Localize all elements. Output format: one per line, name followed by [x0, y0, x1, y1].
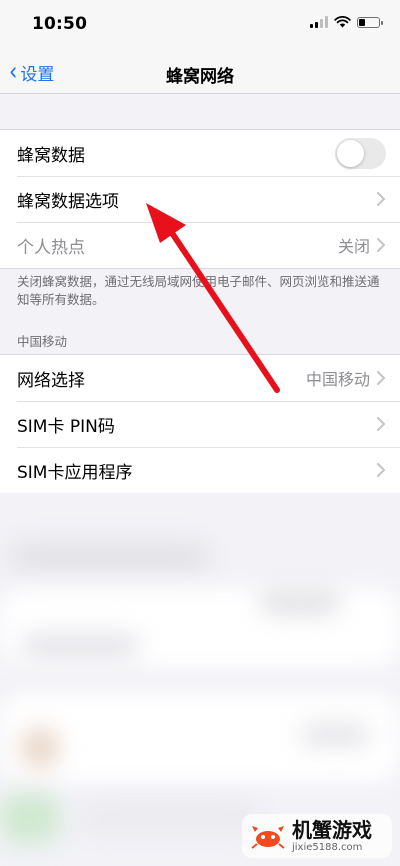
- row-sim-pin[interactable]: SIM卡 PIN码: [0, 401, 400, 447]
- row-network-selection[interactable]: 网络选择 中国移动: [0, 355, 400, 401]
- row-label: 蜂窝数据: [17, 145, 85, 166]
- crab-logo-icon: [251, 826, 285, 849]
- watermark: 机蟹游戏 jixie5188.com: [242, 814, 392, 858]
- carrier-section-header: 中国移动: [17, 334, 68, 349]
- back-label: 设置: [20, 64, 55, 85]
- status-bar: 10:50: [0, 0, 400, 50]
- row-cellular-data: 蜂窝数据: [0, 130, 400, 176]
- cellular-footer-note: 关闭蜂窝数据，通过无线局域网使用电子邮件、网页浏览和推送通知等所有数据。: [17, 274, 380, 307]
- battery-fill: [359, 18, 366, 26]
- blurred-content: [0, 493, 400, 866]
- status-icons: [310, 16, 383, 28]
- row-label: SIM卡 PIN码: [17, 416, 115, 437]
- row-value: 关闭: [337, 237, 370, 256]
- page-title: 蜂窝网络: [166, 67, 234, 87]
- chevron-right-icon: [377, 192, 385, 206]
- row-label: 蜂窝数据选项: [17, 191, 119, 212]
- row-personal-hotspot[interactable]: 个人热点 关闭: [0, 222, 400, 268]
- cellular-group: 蜂窝数据 蜂窝数据选项 个人热点 关闭: [0, 129, 400, 269]
- row-sim-applications[interactable]: SIM卡应用程序: [0, 447, 400, 493]
- chevron-left-icon: ‹: [9, 57, 18, 87]
- row-label: SIM卡应用程序: [17, 462, 133, 483]
- signal-icon: [310, 16, 328, 28]
- status-time: 10:50: [32, 14, 88, 34]
- row-label: 网络选择: [17, 370, 85, 391]
- carrier-group: 网络选择 中国移动 SIM卡 PIN码 SIM卡应用程序: [0, 354, 400, 494]
- navigation-bar: ‹ 设置 蜂窝网络: [0, 50, 400, 94]
- chevron-right-icon: [377, 417, 385, 431]
- toggle-knob: [337, 139, 364, 167]
- watermark-url: jixie5188.com: [292, 841, 363, 853]
- watermark-text: 机蟹游戏 jixie5188.com: [292, 820, 372, 853]
- wifi-icon: [334, 16, 351, 28]
- chevron-right-icon: [377, 463, 385, 477]
- row-value: 中国移动: [305, 370, 370, 389]
- cellular-data-toggle[interactable]: [335, 137, 386, 169]
- battery-icon: [357, 16, 383, 28]
- watermark-name: 机蟹游戏: [292, 817, 372, 842]
- back-button[interactable]: ‹ 设置: [8, 58, 54, 86]
- row-cellular-data-options[interactable]: 蜂窝数据选项: [0, 176, 400, 222]
- chevron-right-icon: [377, 238, 385, 252]
- chevron-right-icon: [377, 371, 385, 385]
- row-label: 个人热点: [17, 237, 85, 258]
